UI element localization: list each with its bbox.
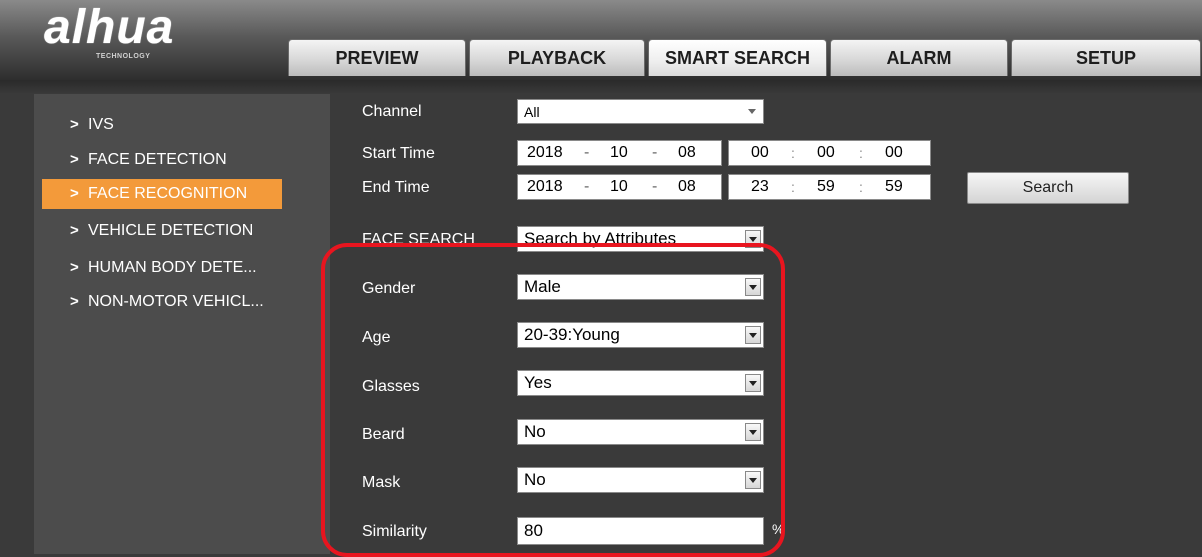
header-bar: alhua TECHNOLOGY PREVIEW PLAYBACK SMART …: [0, 0, 1202, 80]
date-separator: -: [584, 178, 590, 195]
age-label: Age: [362, 329, 391, 346]
tab-smart-search[interactable]: SMART SEARCH: [648, 39, 827, 76]
time-separator: :: [859, 145, 863, 161]
mask-label: Mask: [362, 474, 401, 491]
start-minute: 00: [817, 144, 835, 161]
age-select[interactable]: 20-39:Young: [517, 322, 764, 348]
header-divider: [0, 80, 1202, 94]
start-clock-field[interactable]: 00 : 00 : 00: [728, 140, 931, 166]
glasses-label: Glasses: [362, 378, 420, 395]
end-clock-field[interactable]: 23 : 59 : 59: [728, 174, 931, 200]
gender-value: Male: [524, 277, 561, 296]
end-second: 59: [885, 178, 903, 195]
chevron-down-icon: [745, 230, 761, 248]
sidebar-item-ivs[interactable]: > IVS: [42, 110, 282, 140]
start-hour: 00: [751, 144, 769, 161]
sidebar-item-label: NON-MOTOR VEHICL...: [88, 293, 264, 310]
beard-value: No: [524, 422, 546, 441]
end-minute: 59: [817, 178, 835, 195]
chevron-right-icon: >: [70, 259, 79, 276]
time-separator: :: [791, 145, 795, 161]
end-hour: 23: [751, 178, 769, 195]
sidebar-item-non-motor-vehicle[interactable]: > NON-MOTOR VEHICL...: [42, 287, 282, 317]
brand-logo: alhua: [44, 2, 174, 54]
chevron-right-icon: >: [70, 151, 79, 168]
sidebar-item-face-recognition[interactable]: > FACE RECOGNITION: [42, 179, 282, 209]
sidebar-item-label: VEHICLE DETECTION: [88, 222, 254, 239]
sidebar-item-label: HUMAN BODY DETE...: [88, 259, 257, 276]
start-day: 08: [678, 144, 696, 161]
similarity-label: Similarity: [362, 523, 427, 540]
mask-select[interactable]: No: [517, 467, 764, 493]
date-separator: -: [652, 178, 658, 195]
gender-label: Gender: [362, 280, 416, 297]
search-button[interactable]: Search: [967, 172, 1129, 204]
chevron-down-icon: [745, 471, 761, 489]
end-month: 10: [610, 178, 628, 195]
date-separator: -: [584, 144, 590, 161]
end-year: 2018: [527, 178, 563, 195]
end-time-label: End Time: [362, 179, 430, 196]
tab-preview[interactable]: PREVIEW: [288, 39, 466, 76]
chevron-right-icon: >: [70, 185, 79, 202]
chevron-down-icon: [745, 374, 761, 392]
glasses-value: Yes: [524, 373, 552, 392]
end-date-field[interactable]: 2018 - 10 - 08: [517, 174, 722, 200]
sidebar-item-label: FACE DETECTION: [88, 151, 227, 168]
sidebar-item-face-detection[interactable]: > FACE DETECTION: [42, 145, 282, 175]
sidebar: > IVS > FACE DETECTION > FACE RECOGNITIO…: [34, 94, 330, 554]
chevron-right-icon: >: [70, 293, 79, 310]
face-search-label: FACE SEARCH: [362, 231, 475, 248]
chevron-down-icon: [745, 103, 761, 121]
sidebar-item-vehicle-detection[interactable]: > VEHICLE DETECTION: [42, 216, 282, 246]
glasses-select[interactable]: Yes: [517, 370, 764, 396]
time-separator: :: [791, 179, 795, 195]
beard-select[interactable]: No: [517, 419, 764, 445]
sidebar-item-label: FACE RECOGNITION: [88, 185, 248, 202]
age-value: 20-39:Young: [524, 325, 620, 344]
chevron-down-icon: [745, 278, 761, 296]
sidebar-item-human-body-detection[interactable]: > HUMAN BODY DETE...: [42, 253, 282, 283]
channel-select[interactable]: All: [517, 99, 764, 124]
start-time-label: Start Time: [362, 145, 435, 162]
time-separator: :: [859, 179, 863, 195]
sidebar-item-label: IVS: [88, 116, 114, 133]
tab-alarm[interactable]: ALARM: [830, 39, 1008, 76]
tab-setup[interactable]: SETUP: [1011, 39, 1201, 76]
mask-value: No: [524, 470, 546, 489]
channel-label: Channel: [362, 103, 422, 120]
logo-text: alhua: [44, 1, 175, 54]
face-search-select[interactable]: Search by Attributes: [517, 226, 764, 252]
start-month: 10: [610, 144, 628, 161]
start-date-field[interactable]: 2018 - 10 - 08: [517, 140, 722, 166]
logo-subtitle: TECHNOLOGY: [96, 53, 151, 60]
chevron-right-icon: >: [70, 116, 79, 133]
end-day: 08: [678, 178, 696, 195]
similarity-unit: %: [772, 521, 785, 537]
start-year: 2018: [527, 144, 563, 161]
channel-value: All: [524, 104, 540, 120]
start-second: 00: [885, 144, 903, 161]
chevron-right-icon: >: [70, 222, 79, 239]
date-separator: -: [652, 144, 658, 161]
similarity-input[interactable]: 80: [517, 517, 764, 545]
chevron-down-icon: [745, 326, 761, 344]
beard-label: Beard: [362, 426, 405, 443]
gender-select[interactable]: Male: [517, 274, 764, 300]
face-search-value: Search by Attributes: [524, 229, 677, 248]
chevron-down-icon: [745, 423, 761, 441]
tab-playback[interactable]: PLAYBACK: [469, 39, 645, 76]
